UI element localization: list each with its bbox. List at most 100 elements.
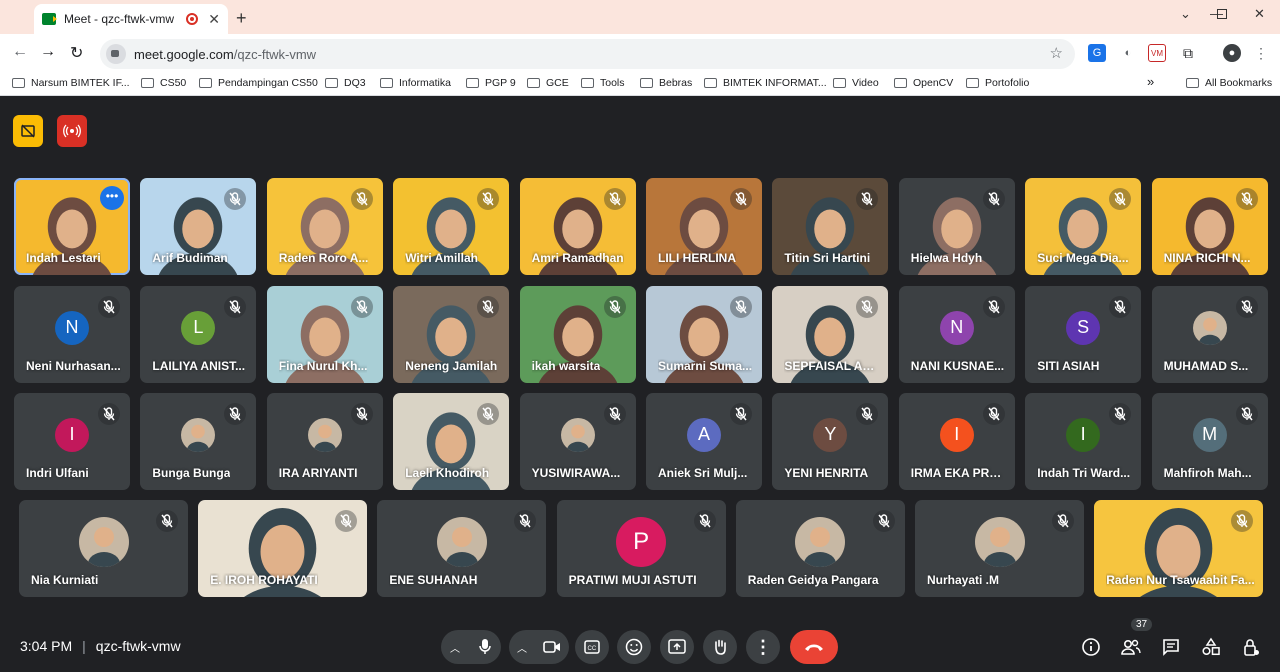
info-icon xyxy=(1082,638,1100,656)
captions-off-indicator-icon[interactable] xyxy=(13,115,43,147)
more-options-button[interactable]: ⋮ xyxy=(746,630,780,664)
participant-tile[interactable]: LILI HERLINA xyxy=(646,178,762,275)
camera-icon[interactable] xyxy=(543,640,561,654)
bookmark-folder[interactable]: PGP 9 xyxy=(466,77,516,89)
activities-button[interactable] xyxy=(1198,634,1224,660)
vm-extension-icon[interactable]: VM xyxy=(1148,44,1166,62)
bookmarks-overflow-icon[interactable]: » xyxy=(1147,74,1154,89)
microphone-icon[interactable] xyxy=(478,638,492,656)
extensions-puzzle-icon[interactable]: ⧉ xyxy=(1179,44,1197,62)
participant-tile[interactable]: Amri Ramadhan xyxy=(519,178,636,275)
participant-options-icon[interactable]: ••• xyxy=(100,186,124,210)
chat-button[interactable] xyxy=(1158,634,1184,660)
participant-avatar: L xyxy=(181,310,216,345)
participant-tile[interactable]: Titin Sri Hartini xyxy=(772,178,889,275)
participant-tile[interactable]: A Aniek Sri Mulj... xyxy=(646,393,762,490)
close-tab-icon[interactable]: ✕ xyxy=(208,11,220,28)
bookmark-folder[interactable]: Video xyxy=(833,77,879,89)
participant-tile[interactable]: Fina Nurul Kh... xyxy=(266,286,383,383)
participant-tile[interactable]: ••• Indah Lestari xyxy=(14,178,130,275)
translate-extension-icon[interactable]: G xyxy=(1088,44,1106,62)
address-bar[interactable]: meet.google.com/qzc-ftwk-vmw ☆ xyxy=(100,39,1075,69)
raise-hand-button[interactable] xyxy=(703,630,737,664)
bookmark-folder[interactable]: Tools xyxy=(581,77,625,89)
all-bookmarks-button[interactable]: All Bookmarks xyxy=(1186,77,1272,89)
participant-tile[interactable]: SEPFAISAL AM... xyxy=(772,286,889,383)
tab-search-icon[interactable]: ⌄ xyxy=(1180,6,1191,22)
bookmark-folder[interactable]: Informatika xyxy=(380,77,451,89)
bookmark-star-icon[interactable]: ☆ xyxy=(1050,44,1063,62)
profile-avatar[interactable]: ● xyxy=(1223,44,1241,62)
chrome-menu-icon[interactable]: ⋮ xyxy=(1252,44,1270,62)
camera-control[interactable]: ︿ xyxy=(509,630,569,664)
close-window-icon[interactable]: ✕ xyxy=(1254,6,1265,22)
participant-tile[interactable]: Y YENI HENRITA xyxy=(772,393,889,490)
participant-tile[interactable]: M Mahfiroh Mah... xyxy=(1151,393,1268,490)
people-button[interactable] xyxy=(1118,634,1144,660)
participant-tile[interactable]: Raden Roro A... xyxy=(266,178,383,275)
emoji-icon xyxy=(625,638,643,656)
muted-mic-icon xyxy=(856,403,879,425)
participant-tile[interactable]: ikah warsita xyxy=(519,286,636,383)
participant-tile[interactable]: E. IROH ROHAYATI xyxy=(198,500,368,597)
bookmark-folder[interactable]: OpenCV xyxy=(894,77,953,89)
bookmark-item[interactable]: Narsum BIMTEK IF... xyxy=(12,77,130,89)
bookmark-folder[interactable]: GCE xyxy=(527,77,569,89)
muted-mic-icon xyxy=(603,403,626,425)
participant-tile[interactable]: N Neni Nurhasan... xyxy=(14,286,130,383)
muted-mic-icon xyxy=(603,296,626,318)
participant-name: Neneng Jamilah xyxy=(405,359,498,373)
present-screen-button[interactable] xyxy=(660,630,694,664)
forward-icon[interactable]: → xyxy=(40,43,56,61)
participant-tile[interactable]: IRA ARIYANTI xyxy=(266,393,383,490)
participant-tile[interactable]: Neneng Jamilah xyxy=(393,286,510,383)
participant-tile[interactable]: Bunga Bunga xyxy=(140,393,257,490)
emoji-reaction-button[interactable] xyxy=(617,630,651,664)
leave-call-button[interactable] xyxy=(790,630,838,664)
participant-tile[interactable]: P PRATIWI MUJI ASTUTI xyxy=(556,500,726,597)
bookmark-folder[interactable]: Pendampingan CS50 xyxy=(199,77,318,89)
participant-tile[interactable]: N NANI KUSNAE... xyxy=(898,286,1015,383)
participant-tile[interactable]: YUSIWIRAWA... xyxy=(519,393,636,490)
participant-tile[interactable]: Hielwa Hdyh xyxy=(898,178,1015,275)
participant-tile[interactable]: Witri Amillah xyxy=(393,178,510,275)
participant-tile[interactable]: S SITI ASIAH xyxy=(1025,286,1142,383)
host-controls-button[interactable] xyxy=(1238,634,1264,660)
participant-tile[interactable]: Arif Budiman xyxy=(140,178,257,275)
participant-avatar: P xyxy=(616,516,667,567)
participant-tile[interactable]: I IRMA EKA PRA... xyxy=(898,393,1015,490)
meeting-details-button[interactable] xyxy=(1078,634,1104,660)
captions-button[interactable]: CC xyxy=(575,630,609,664)
participant-tile[interactable]: Laeli Khodiroh xyxy=(393,393,510,490)
site-info-icon[interactable] xyxy=(106,44,126,64)
reload-icon[interactable]: ↻ xyxy=(70,43,83,63)
participant-tile[interactable]: Raden Geidya Pangara xyxy=(735,500,905,597)
live-streaming-indicator-icon[interactable] xyxy=(57,115,87,147)
mouse-extension-icon[interactable]: ◐ xyxy=(1119,44,1137,62)
back-icon[interactable]: ← xyxy=(12,43,28,61)
muted-mic-icon xyxy=(1109,403,1132,425)
bookmark-folder[interactable]: BIMTEK INFORMAT... xyxy=(704,77,827,89)
participant-tile[interactable]: Suci Mega Dia... xyxy=(1025,178,1142,275)
participant-tile[interactable]: I Indah Tri Ward... xyxy=(1025,393,1142,490)
bookmark-folder[interactable]: Bebras xyxy=(640,77,692,89)
participant-tile[interactable]: MUHAMAD S... xyxy=(1151,286,1268,383)
folder-icon xyxy=(704,78,717,88)
participant-tile[interactable]: Nia Kurniati xyxy=(19,500,188,597)
maximize-icon[interactable] xyxy=(1217,9,1227,19)
participant-tile[interactable]: Nurhayati .M xyxy=(915,500,1084,597)
participant-tile[interactable]: ENE SUHANAH xyxy=(377,500,547,597)
participant-tile[interactable]: NINA RICHI N... xyxy=(1151,178,1268,275)
bookmark-folder[interactable]: DQ3 xyxy=(325,77,366,89)
bookmark-folder[interactable]: CS50 xyxy=(141,77,186,89)
participant-tile[interactable]: Raden Nur Tsawaabit Fa... xyxy=(1094,500,1264,597)
participant-tile[interactable]: L LAILIYA ANIST... xyxy=(140,286,257,383)
browser-tab-meet[interactable]: Meet - qzc-ftwk-vmw ✕ xyxy=(34,4,228,34)
microphone-control[interactable]: ︿ xyxy=(441,630,501,664)
video-settings-chevron-icon[interactable]: ︿ xyxy=(517,640,527,655)
participant-tile[interactable]: I Indri Ulfani xyxy=(14,393,130,490)
bookmark-folder[interactable]: Portofolio xyxy=(966,77,1029,89)
participant-tile[interactable]: Sumarni Suma... xyxy=(646,286,762,383)
audio-settings-chevron-icon[interactable]: ︿ xyxy=(450,640,460,655)
new-tab-icon[interactable]: + xyxy=(236,8,247,29)
